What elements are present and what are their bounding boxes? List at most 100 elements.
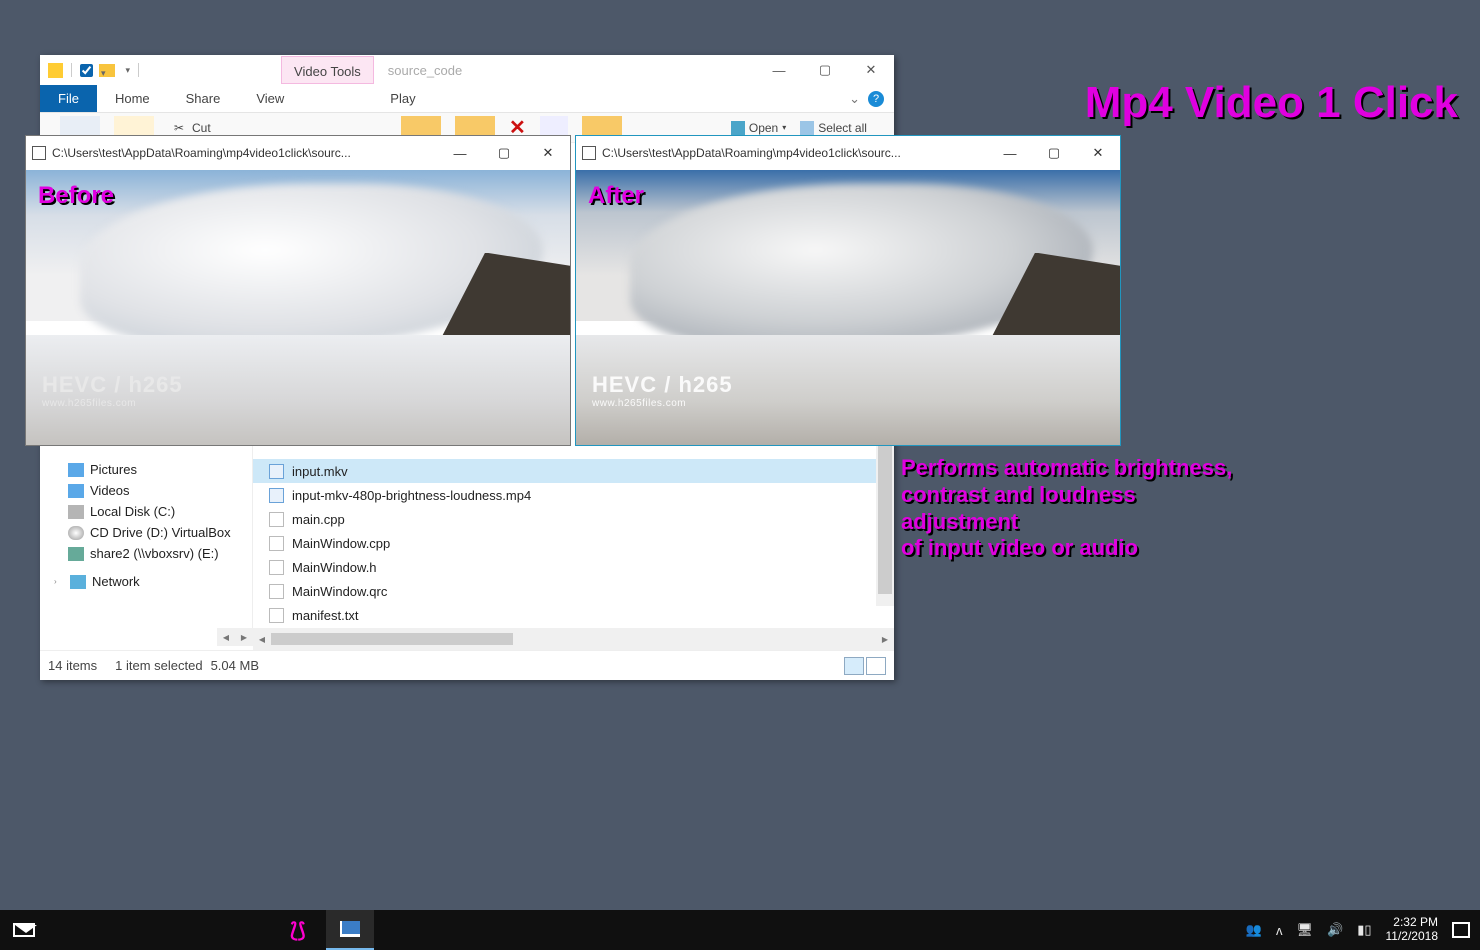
details-view-button[interactable]: [844, 657, 864, 675]
taskbar: ⟅⟆ 👥 ʌ 🖥 🔊 ▮▯ 2:32 PM 11/2/2018: [0, 910, 1480, 950]
select-all-label: Select all: [818, 121, 867, 135]
file-item[interactable]: input.mkv: [253, 459, 894, 483]
select-all-button[interactable]: Select all: [800, 121, 867, 135]
file-name: input-mkv-480p-brightness-loudness.mp4: [292, 488, 531, 503]
maximize-button[interactable]: ▢: [482, 136, 526, 170]
video-tools-label: Video Tools: [281, 56, 374, 84]
overlay-after: After: [588, 182, 644, 210]
video-file-icon: [269, 488, 284, 503]
desc-line: of input video or audio: [901, 535, 1232, 562]
pink-app-icon: ⟅⟆: [290, 918, 314, 942]
network-icon: [70, 575, 86, 589]
select-all-icon: [800, 121, 814, 135]
qat-folder-icon[interactable]: [99, 64, 115, 77]
network-icon[interactable]: 🖥: [1296, 922, 1313, 938]
cpp-file-icon: [269, 512, 284, 527]
qat-checkbox[interactable]: [80, 64, 93, 77]
people-icon[interactable]: 👥: [1246, 922, 1262, 938]
overlay-description: Performs automatic brightness, contrast …: [901, 455, 1232, 562]
tree-scroll-left[interactable]: ◀: [217, 628, 235, 646]
file-item[interactable]: MainWindow.qrc: [253, 579, 894, 603]
file-item[interactable]: manifest.txt: [253, 603, 894, 627]
cd-icon: [68, 526, 84, 540]
taskbar-mail-button[interactable]: [0, 910, 48, 950]
minimize-button[interactable]: —: [756, 55, 802, 85]
app-icon: [582, 146, 596, 160]
large-icons-view-button[interactable]: [866, 657, 886, 675]
battery-icon[interactable]: ▮▯: [1357, 922, 1371, 938]
tree-item-share[interactable]: share2 (\\vboxsrv) (E:): [40, 543, 252, 571]
video-frame: HEVC / h265 www.h265files.com: [576, 170, 1120, 445]
file-item[interactable]: MainWindow.h: [253, 555, 894, 579]
drive-icon: [68, 505, 84, 519]
file-item[interactable]: MainWindow.cpp: [253, 531, 894, 555]
tree-label: CD Drive (D:) VirtualBox: [90, 525, 231, 540]
qrc-file-icon: [269, 584, 284, 599]
file-name: input.mkv: [292, 464, 348, 479]
tab-file[interactable]: File: [40, 85, 97, 112]
desc-line: Performs automatic brightness,: [901, 455, 1232, 482]
tab-play[interactable]: Play: [372, 87, 433, 110]
open-label: Open: [749, 121, 778, 135]
file-item[interactable]: main.cpp: [253, 507, 894, 531]
tree-item-local-disk[interactable]: Local Disk (C:): [40, 501, 252, 522]
help-icon[interactable]: ?: [868, 91, 884, 107]
tree-item-videos[interactable]: Videos: [40, 480, 252, 501]
tree-label: Local Disk (C:): [90, 504, 175, 519]
video-player-after: C:\Users\test\AppData\Roaming\mp4video1c…: [575, 135, 1121, 446]
video-file-icon: [269, 464, 284, 479]
tab-home[interactable]: Home: [97, 87, 168, 110]
explorer-icon: [340, 921, 360, 937]
close-button[interactable]: ✕: [526, 136, 570, 170]
cut-button[interactable]: ✂ Cut: [174, 121, 211, 135]
open-icon: [731, 121, 745, 135]
txt-file-icon: [269, 608, 284, 623]
app-icon: [32, 146, 46, 160]
file-name: main.cpp: [292, 512, 345, 527]
tab-view[interactable]: View: [238, 87, 302, 110]
minimize-button[interactable]: —: [438, 136, 482, 170]
overlay-before: Before: [38, 182, 114, 210]
file-name: MainWindow.cpp: [292, 536, 390, 551]
file-name: MainWindow.h: [292, 560, 377, 575]
volume-icon[interactable]: 🔊: [1327, 922, 1343, 938]
maximize-button[interactable]: ▢: [1032, 136, 1076, 170]
title-bar[interactable]: C:\Users\test\AppData\Roaming\mp4video1c…: [576, 136, 1120, 170]
close-button[interactable]: ✕: [1076, 136, 1120, 170]
window-title: source_code: [388, 63, 462, 78]
open-button[interactable]: Open ▾: [731, 121, 786, 135]
close-button[interactable]: ✕: [848, 55, 894, 85]
tab-share[interactable]: Share: [168, 87, 239, 110]
tree-item-pictures[interactable]: Pictures: [40, 459, 252, 480]
app-icon[interactable]: [48, 63, 63, 78]
chevron-up-icon[interactable]: ʌ: [1276, 923, 1283, 938]
clock[interactable]: 2:32 PM 11/2/2018: [1386, 916, 1439, 944]
tree-label: share2 (\\vboxsrv) (E:): [90, 546, 219, 561]
tree-scroll-right[interactable]: ▶: [235, 628, 253, 646]
h-file-icon: [269, 560, 284, 575]
file-item[interactable]: input-mkv-480p-brightness-loudness.mp4: [253, 483, 894, 507]
quick-access-toolbar: [40, 63, 141, 78]
selection-count: 1 item selected: [115, 658, 202, 673]
scissors-icon: ✂: [174, 121, 188, 135]
watermark-url: www.h265files.com: [42, 398, 183, 409]
title-bar[interactable]: C:\Users\test\AppData\Roaming\mp4video1c…: [26, 136, 570, 170]
horizontal-scrollbar[interactable]: ◀ ▶: [253, 628, 894, 650]
tree-label: Network: [92, 574, 140, 589]
taskbar-app-1[interactable]: ⟅⟆: [278, 910, 326, 950]
status-bar: 14 items 1 item selected 5.04 MB: [40, 650, 894, 680]
qat-dropdown[interactable]: [121, 65, 130, 76]
watermark-title: HEVC / h265: [592, 372, 733, 398]
video-frame: HEVC / h265 www.h265files.com: [26, 170, 570, 445]
chevron-right-icon: ›: [54, 577, 64, 586]
watermark-url: www.h265files.com: [592, 398, 733, 409]
maximize-button[interactable]: ▢: [802, 55, 848, 85]
file-name: manifest.txt: [292, 608, 358, 623]
taskbar-explorer[interactable]: [326, 910, 374, 950]
minimize-button[interactable]: —: [988, 136, 1032, 170]
action-center-icon[interactable]: [1452, 922, 1470, 938]
ribbon-collapse-icon[interactable]: ⌄: [849, 91, 860, 107]
tree-item-network[interactable]: › Network: [40, 571, 252, 592]
clock-date: 11/2/2018: [1386, 930, 1439, 944]
tree-item-cd-drive[interactable]: CD Drive (D:) VirtualBox: [40, 522, 252, 543]
